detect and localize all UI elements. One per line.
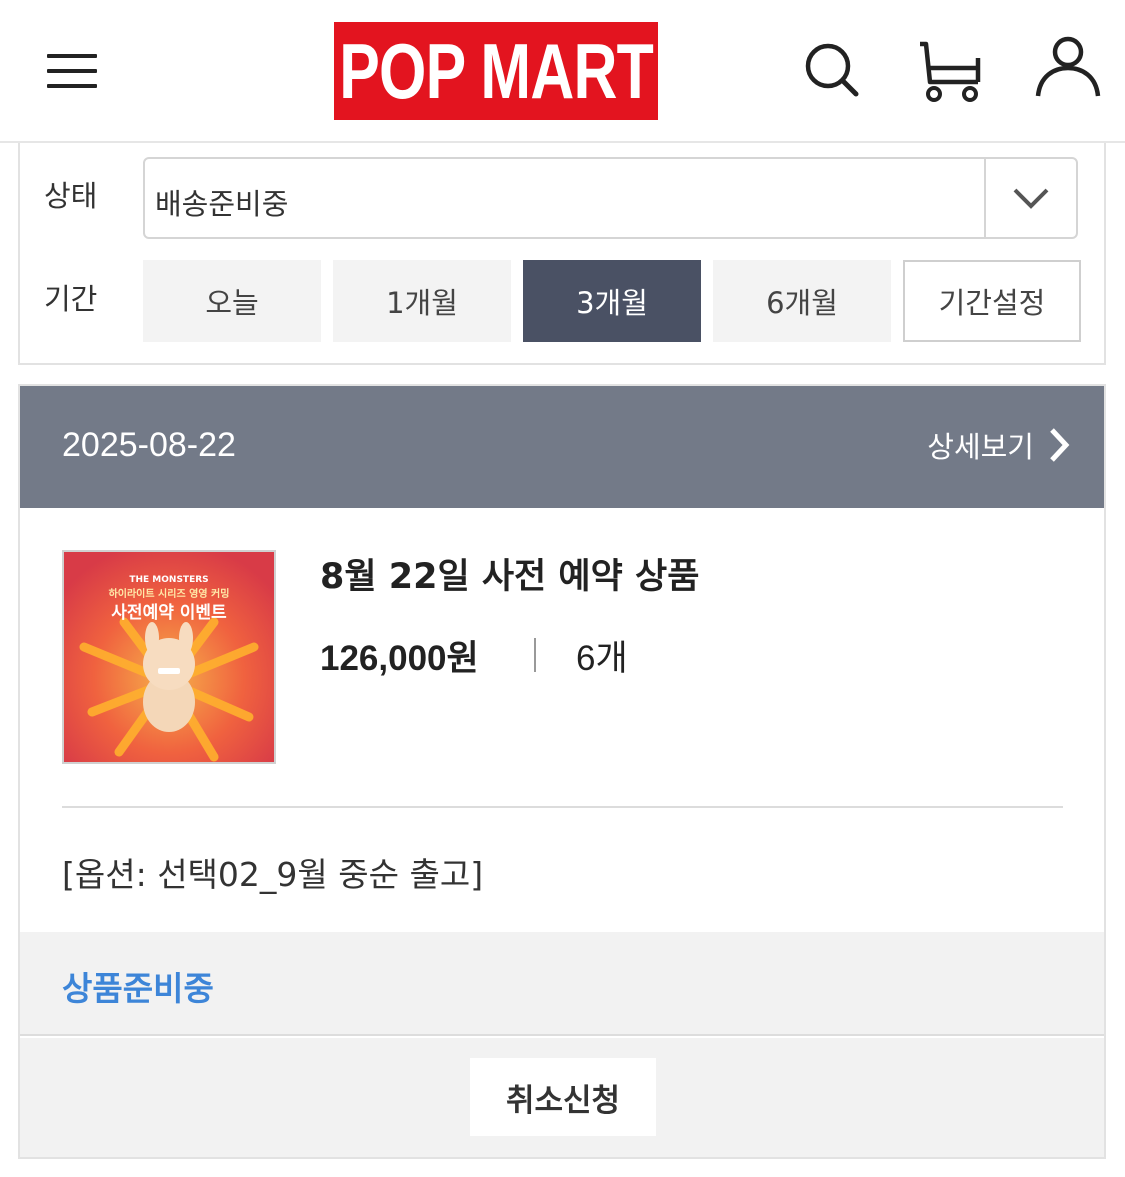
chevron-right-icon [1050, 428, 1070, 462]
order-card-header: 2025-08-22 상세보기 [20, 386, 1104, 508]
period-custom-button[interactable]: 기간설정 [903, 260, 1081, 342]
product-price: 126,000원 [320, 639, 479, 678]
thumbnail-line3: 사전예약 이벤트 [111, 602, 227, 623]
order-action-bar: 취소신청 [20, 1038, 1104, 1157]
period-6month-button[interactable]: 6개월 [713, 260, 891, 342]
order-filter-panel: 상태 배송준비중 기간 오늘 1개월 3개월 6개월 기간설정 [18, 143, 1106, 365]
period-3month-button[interactable]: 3개월 [523, 260, 701, 342]
thumbnail-line2: 하이라이트 시리즈 영영 커밍 [109, 587, 230, 600]
product-quantity: 6개 [576, 639, 628, 678]
pop-mart-logo[interactable]: POP MART [334, 22, 658, 120]
app-header: POP MART [0, 0, 1125, 143]
logo-text: POP MART [339, 27, 654, 115]
chevron-down-icon[interactable] [984, 159, 1076, 237]
thumbnail-line1: THE MONSTERS [129, 575, 208, 585]
cancel-request-button[interactable]: 취소신청 [470, 1058, 656, 1136]
order-card: 2025-08-22 상세보기 THE MONSTERS 하이라이트 시리즈 영… [18, 384, 1106, 1159]
cart-icon[interactable] [914, 30, 984, 105]
product-name[interactable]: 8월 22일 사전 예약 상품 [320, 548, 699, 599]
detail-link-label: 상세보기 [927, 430, 1034, 464]
option-divider [62, 806, 1063, 808]
order-status: 상품준비중 [62, 969, 214, 1008]
period-today-button[interactable]: 오늘 [143, 260, 321, 342]
price-quantity-divider [534, 638, 536, 672]
order-status-bar: 상품준비중 [20, 932, 1104, 1036]
menu-icon[interactable] [47, 52, 97, 90]
product-thumbnail[interactable]: THE MONSTERS 하이라이트 시리즈 영영 커밍 사전예약 이벤트 [62, 550, 276, 764]
search-icon[interactable] [798, 30, 868, 105]
status-label: 상태 [44, 179, 98, 213]
user-icon[interactable] [1032, 30, 1102, 105]
order-detail-link[interactable]: 상세보기 [927, 424, 1070, 466]
status-select-value: 배송준비중 [155, 187, 289, 221]
period-label: 기간 [44, 282, 98, 316]
period-1month-button[interactable]: 1개월 [333, 260, 511, 342]
status-select[interactable]: 배송준비중 [143, 157, 1078, 239]
product-option: [옵션: 선택02_9월 중순 출고] [62, 855, 484, 894]
order-date: 2025-08-22 [62, 426, 236, 464]
